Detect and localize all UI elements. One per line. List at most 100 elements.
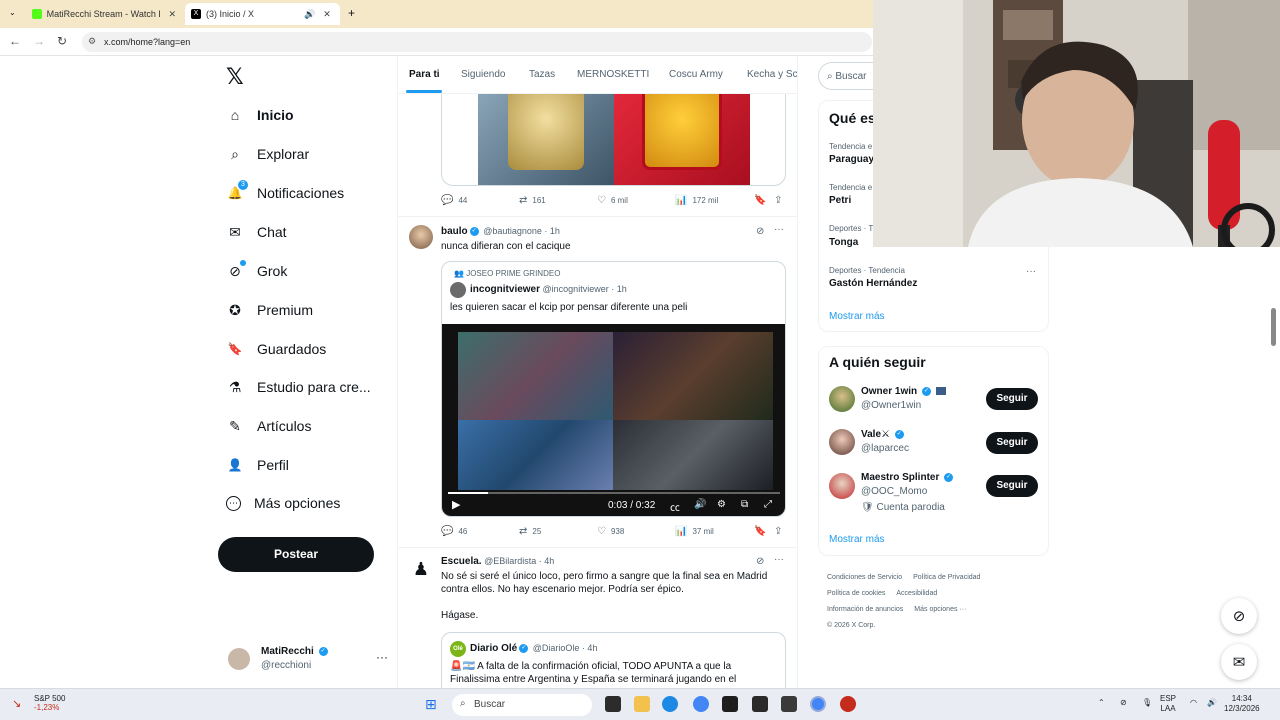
grok-icon[interactable]: ⊘: [756, 556, 764, 567]
sidebar-item-articulos[interactable]: ✎ Artículos: [226, 417, 311, 435]
stock-widget[interactable]: S&P 500 -1,23%: [34, 694, 65, 712]
windows-start-icon[interactable]: ⊞: [425, 696, 437, 713]
app-icon[interactable]: [840, 696, 856, 712]
app-icon[interactable]: [752, 696, 768, 712]
close-tab-icon[interactable]: ✕: [168, 9, 176, 20]
chrome-icon[interactable]: [810, 696, 826, 712]
tab-mernosketti[interactable]: MERNOSKETTI: [577, 69, 649, 80]
share-button[interactable]: ⇪: [774, 195, 787, 206]
footer-link[interactable]: Condiciones de Servicio: [827, 574, 902, 581]
tab-coscu-army[interactable]: Coscu Army: [669, 69, 723, 80]
sidebar-item-grok[interactable]: ⊘ Grok: [226, 260, 287, 280]
trend-name[interactable]: Gastón Hernández: [829, 278, 917, 289]
video-player[interactable]: ▶ 0:03 / 0:32 ㏄ 🔊 ⚙ ⧉ ⤢: [442, 324, 785, 516]
x-logo-icon[interactable]: 𝕏: [226, 64, 244, 90]
taskbar-search[interactable]: ⌕ Buscar: [452, 694, 592, 716]
tray-chevron-icon[interactable]: ⌃: [1098, 698, 1105, 708]
browser-tab-stream[interactable]: MatiRecchi Stream - Watch Live ✕: [26, 3, 182, 25]
wifi-icon[interactable]: ◠: [1190, 698, 1197, 708]
clock[interactable]: 14:34 12/3/2026: [1224, 694, 1260, 714]
views-button[interactable]: 📊 37 mil: [675, 526, 714, 537]
quoted-post[interactable]: 👥 JOSEO PRIME GRINDEO incognitviewer @in…: [441, 261, 786, 517]
chrome-icon[interactable]: [693, 696, 709, 712]
avatar[interactable]: [829, 473, 855, 499]
footer-link[interactable]: Información de anuncios: [827, 606, 903, 613]
browser-tab-x[interactable]: X (3) Inicio / X 🔊 ✕: [185, 3, 340, 25]
more-icon[interactable]: ···: [774, 224, 784, 235]
sidebar-item-mas-opciones[interactable]: ⋯ Más opciones: [226, 495, 340, 511]
tab-tazas[interactable]: Tazas: [529, 69, 555, 80]
messages-fab-button[interactable]: ✉: [1221, 644, 1257, 680]
author-name[interactable]: baulo: [441, 226, 468, 237]
share-button[interactable]: ⇪: [774, 526, 787, 537]
captions-icon[interactable]: ㏄: [670, 499, 680, 514]
follow-button[interactable]: Seguir: [986, 475, 1038, 497]
reply-button[interactable]: 💬 44: [441, 195, 467, 206]
like-button[interactable]: ♡ 6 mil: [597, 195, 628, 206]
volume-icon[interactable]: 🔊: [694, 499, 706, 510]
more-icon[interactable]: ···: [774, 554, 784, 565]
quoted-post[interactable]: Olé Diario Olé ✓ @DiarioOle · 4h 🚨🇦🇷 A fa…: [441, 632, 786, 688]
post-time[interactable]: · 4h: [539, 556, 555, 566]
tab-para-ti[interactable]: Para ti: [409, 69, 440, 80]
account-switcher[interactable]: MatiRecchi ✓ @recchioni ···: [228, 642, 388, 678]
close-tab-icon[interactable]: ✕: [323, 9, 331, 20]
volume-icon[interactable]: 🔊: [1207, 698, 1217, 708]
footer-link[interactable]: Accesibilidad: [896, 590, 937, 597]
sidebar-item-explorar[interactable]: ⌕ Explorar: [226, 145, 309, 163]
back-button[interactable]: ←: [9, 34, 21, 48]
show-more-trends-link[interactable]: Mostrar más: [829, 311, 885, 322]
search-input[interactable]: ⌕ Buscar: [818, 62, 880, 90]
edge-icon[interactable]: [662, 696, 678, 712]
settings-icon[interactable]: ⚙: [717, 499, 726, 510]
like-button[interactable]: ♡ 938: [597, 526, 624, 537]
follow-button[interactable]: Seguir: [986, 432, 1038, 454]
reply-button[interactable]: 💬 46: [441, 526, 467, 537]
views-button[interactable]: 📊 172 mil: [675, 195, 718, 206]
tab-list-icon[interactable]: ⌄: [9, 8, 16, 17]
avatar[interactable]: ♟: [409, 557, 433, 581]
tab-siguiendo[interactable]: Siguiendo: [461, 69, 505, 80]
post-time[interactable]: · 1h: [544, 226, 560, 236]
post-button[interactable]: Postear: [218, 537, 374, 572]
video-progress-bar[interactable]: [448, 492, 780, 494]
sidebar-item-guardados[interactable]: 🔖 Guardados: [226, 340, 327, 358]
trend-name[interactable]: Tonga: [829, 237, 858, 248]
footer-link[interactable]: Política de cookies: [827, 590, 885, 597]
trend-more-icon[interactable]: ···: [1026, 266, 1036, 277]
grok-icon[interactable]: ⊘: [756, 226, 764, 237]
follow-name[interactable]: Vale⚔ ✓: [861, 429, 906, 440]
play-icon[interactable]: ▶: [452, 498, 460, 511]
avatar[interactable]: [829, 386, 855, 412]
url-field[interactable]: ⚙ x.com/home?lang=en: [82, 32, 872, 52]
footer-link[interactable]: Más opciones ···: [914, 606, 966, 613]
sidebar-item-perfil[interactable]: 👤 Perfil: [226, 456, 289, 474]
footer-link[interactable]: Política de Privacidad: [913, 574, 980, 581]
microphone-icon[interactable]: 🎙: [1142, 698, 1152, 708]
repost-button[interactable]: ⇄ 161: [519, 195, 546, 206]
more-icon[interactable]: ···: [376, 650, 388, 664]
follow-name[interactable]: Maestro Splinter ✓: [861, 472, 955, 483]
sidebar-item-inicio[interactable]: ⌂ Inicio: [226, 106, 294, 124]
show-more-follow-link[interactable]: Mostrar más: [829, 534, 885, 545]
author-handle[interactable]: @bautiagnone: [483, 226, 542, 236]
site-info-icon[interactable]: ⚙: [88, 36, 96, 47]
avatar[interactable]: [409, 225, 433, 249]
trend-name[interactable]: Petri: [829, 195, 851, 206]
sidebar-item-notificaciones[interactable]: 🔔 3 Notificaciones: [226, 180, 344, 202]
bookmark-button[interactable]: 🔖: [754, 195, 771, 206]
sidebar-item-premium[interactable]: ✪ Premium: [226, 301, 313, 319]
file-explorer-icon[interactable]: [634, 696, 650, 712]
pip-icon[interactable]: ⧉: [741, 499, 748, 510]
page-scrollbar[interactable]: [1271, 308, 1276, 346]
forward-button[interactable]: →: [33, 34, 45, 48]
follow-button[interactable]: Seguir: [986, 388, 1038, 410]
app-icon[interactable]: [781, 696, 797, 712]
sidebar-item-chat[interactable]: ✉ Chat: [226, 223, 286, 241]
tab-kecha[interactable]: Kecha y Sc: [747, 69, 797, 80]
reload-button[interactable]: ↻: [57, 34, 67, 48]
author-name[interactable]: Escuela.: [441, 556, 482, 567]
avatar[interactable]: [829, 429, 855, 455]
sidebar-item-estudio[interactable]: ⚗ Estudio para cre...: [226, 378, 371, 396]
fullscreen-icon[interactable]: ⤢: [764, 499, 772, 510]
